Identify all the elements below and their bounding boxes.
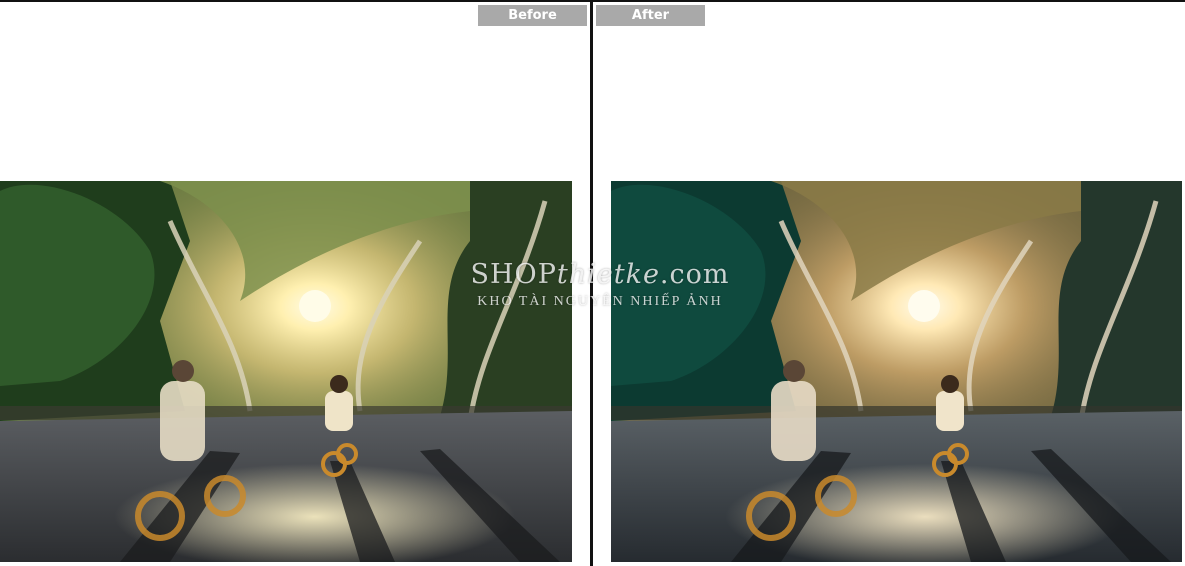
before-label: Before <box>478 5 587 26</box>
before-photo <box>0 181 572 562</box>
after-label: After <box>596 5 705 26</box>
before-photo-image <box>0 181 572 562</box>
comparison-divider[interactable] <box>590 0 593 566</box>
after-photo-image <box>611 181 1182 562</box>
after-photo <box>611 181 1182 562</box>
